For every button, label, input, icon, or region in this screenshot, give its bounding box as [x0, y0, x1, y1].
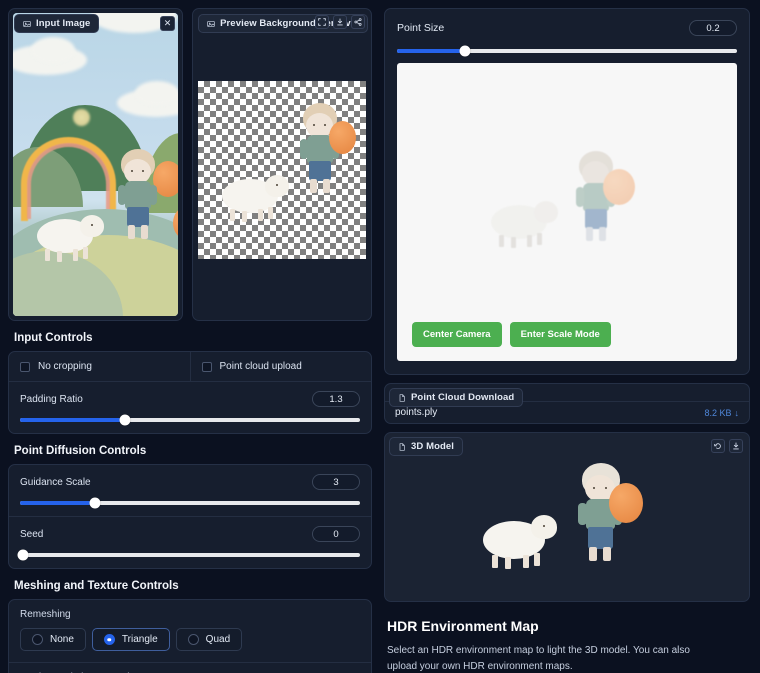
radio-icon[interactable] — [104, 634, 115, 645]
point-cloud-download-tag-label: Point Cloud Download — [411, 392, 514, 403]
download-icon — [336, 18, 344, 26]
checkbox-icon[interactable] — [202, 362, 212, 372]
download-file-size: 8.2 KB — [704, 408, 731, 418]
model-tag: 3D Model — [389, 437, 463, 456]
radio-label: Triangle — [122, 634, 158, 645]
model-download-button[interactable] — [729, 439, 743, 453]
point-cloud-viewer-panel: Point Size 0.2 — [384, 8, 750, 375]
share-icon — [354, 18, 362, 26]
guidance-scale-value[interactable]: 3 — [312, 474, 360, 490]
radio-label: None — [50, 634, 74, 645]
checkbox-no-cropping-label: No cropping — [38, 361, 92, 372]
point-cloud-viewport[interactable]: Center Camera Enter Scale Mode — [397, 63, 737, 361]
download-icon — [732, 442, 740, 450]
input-controls-title: Input Controls — [14, 332, 372, 344]
padding-ratio-row: Padding Ratio 1.3 — [9, 382, 371, 433]
radio-remeshing-none[interactable]: None — [20, 628, 86, 651]
remeshing-label: Remeshing — [20, 609, 360, 620]
seed-row: Seed 0 — [9, 516, 371, 568]
transparent-preview[interactable] — [198, 81, 366, 259]
seed-slider[interactable] — [20, 553, 360, 557]
input-image-tag: Input Image — [14, 14, 99, 33]
mesh-resolution-block: Mesh Resolution Control Keep Vertex Coun… — [9, 662, 371, 673]
model-render[interactable] — [477, 461, 657, 579]
left-column: Input Image ✕ — [0, 0, 380, 673]
point-cloud-download-tag: Point Cloud Download — [389, 388, 523, 407]
download-button[interactable] — [333, 15, 347, 29]
input-controls-group: No cropping Point cloud upload Padding R… — [8, 351, 372, 434]
download-icon[interactable]: ↓ — [735, 408, 740, 418]
download-file-name: points.ply — [395, 407, 437, 418]
image-icon — [23, 20, 31, 28]
fullscreen-button[interactable] — [315, 15, 329, 29]
felt-scene-artwork — [13, 13, 178, 316]
meshing-title: Meshing and Texture Controls — [14, 580, 372, 592]
close-icon: ✕ — [164, 19, 172, 28]
enter-scale-mode-button[interactable]: Enter Scale Mode — [510, 322, 611, 347]
center-camera-button[interactable]: Center Camera — [412, 322, 502, 347]
point-size-value[interactable]: 0.2 — [689, 20, 737, 36]
padding-ratio-slider[interactable] — [20, 418, 360, 422]
guidance-scale-row: Guidance Scale 3 — [9, 465, 371, 516]
viewer-actions: Center Camera Enter Scale Mode — [412, 322, 611, 347]
point-diffusion-group: Guidance Scale 3 Seed 0 — [8, 464, 372, 569]
point-cloud-download-panel: Point Cloud Download points.ply 8.2 KB ↓ — [384, 383, 750, 424]
model-panel: 3D Model — [384, 432, 750, 602]
seed-value[interactable]: 0 — [312, 526, 360, 542]
checkbox-icon[interactable] — [20, 362, 30, 372]
point-size-slider[interactable] — [397, 49, 737, 53]
sheep-figure — [37, 209, 113, 265]
model-toolbar — [711, 439, 743, 453]
app-root: Input Image ✕ — [0, 0, 760, 673]
point-diffusion-title: Point Diffusion Controls — [14, 445, 372, 457]
image-icon — [207, 20, 215, 28]
remeshing-options: None Triangle Quad — [20, 628, 360, 651]
checkbox-point-cloud-upload[interactable]: Point cloud upload — [190, 352, 372, 381]
point-size-label: Point Size — [397, 22, 444, 34]
radio-remeshing-quad[interactable]: Quad — [176, 628, 242, 651]
preview-toolbar — [315, 15, 365, 29]
padding-ratio-value[interactable]: 1.3 — [312, 391, 360, 407]
radio-remeshing-triangle[interactable]: Triangle — [92, 628, 170, 651]
input-image-preview[interactable] — [13, 13, 178, 316]
right-column: Point Size 0.2 — [380, 0, 760, 673]
sheep-cutout — [222, 169, 298, 225]
close-input-image-button[interactable]: ✕ — [160, 16, 175, 31]
point-cloud-render — [483, 151, 651, 261]
guidance-scale-slider[interactable] — [20, 501, 360, 505]
input-image-panel: Input Image ✕ — [8, 8, 183, 321]
file-icon — [398, 394, 406, 402]
seed-label: Seed — [20, 529, 43, 540]
padding-ratio-label: Padding Ratio — [20, 394, 83, 405]
checkbox-no-cropping[interactable]: No cropping — [9, 352, 190, 381]
remeshing-block: Remeshing None Triangle Quad — [9, 600, 371, 662]
meshing-group: Remeshing None Triangle Quad — [8, 599, 372, 673]
doll-cutout — [295, 103, 351, 207]
download-file-meta[interactable]: 8.2 KB ↓ — [704, 408, 739, 418]
doll-figure — [113, 149, 169, 253]
reset-view-button[interactable] — [711, 439, 725, 453]
radio-icon[interactable] — [32, 634, 43, 645]
share-button[interactable] — [351, 15, 365, 29]
checkbox-point-cloud-upload-label: Point cloud upload — [220, 361, 302, 372]
hdr-section-title: HDR Environment Map — [387, 618, 750, 634]
input-image-tag-label: Input Image — [36, 18, 90, 29]
hdr-section-description: Select an HDR environment map to light t… — [387, 643, 717, 673]
fullscreen-icon — [318, 18, 326, 26]
file-icon — [398, 443, 406, 451]
radio-icon[interactable] — [188, 634, 199, 645]
checkbox-row: No cropping Point cloud upload — [9, 352, 371, 382]
model-tag-label: 3D Model — [411, 441, 454, 452]
guidance-scale-label: Guidance Scale — [20, 477, 91, 488]
undo-icon — [714, 442, 722, 450]
radio-label: Quad — [206, 634, 230, 645]
preview-background-removal-panel: Preview Background Removal — [192, 8, 372, 321]
